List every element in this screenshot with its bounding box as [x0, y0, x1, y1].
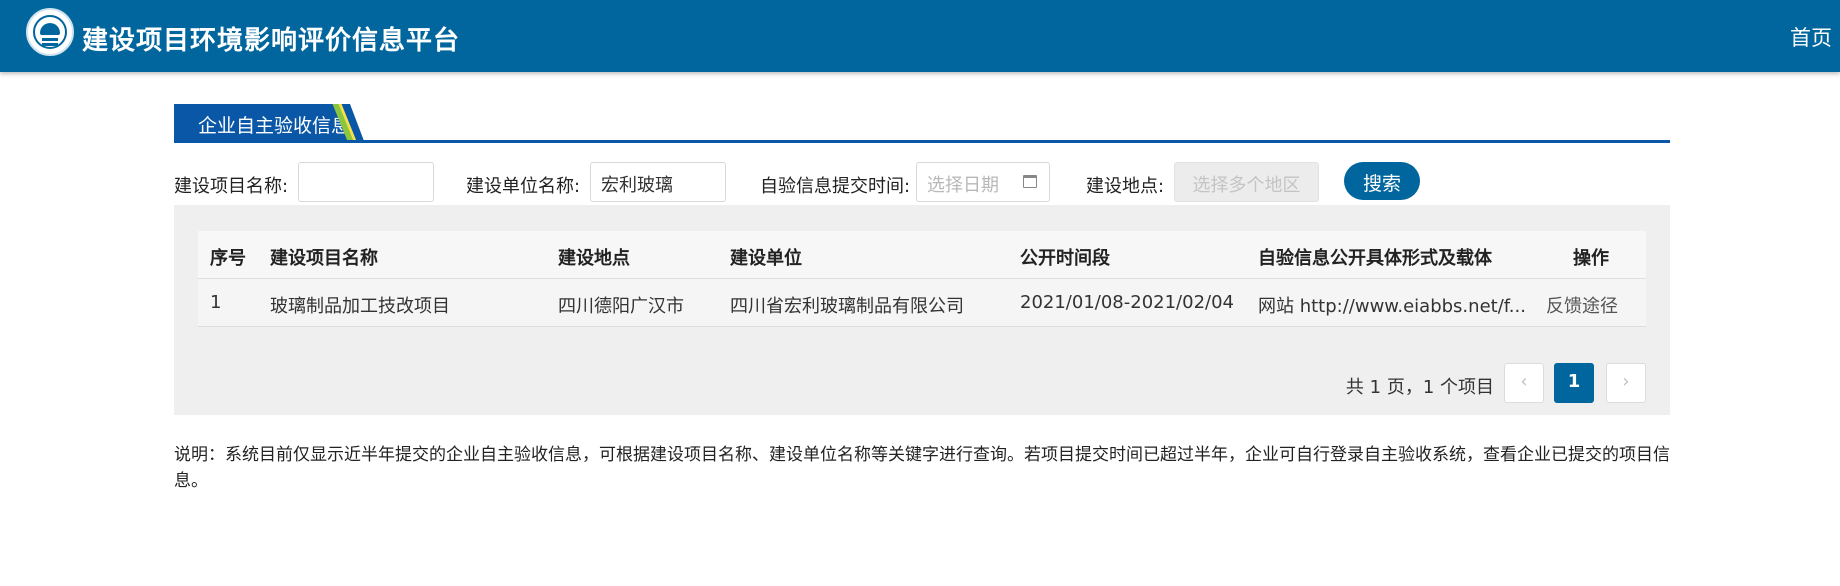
home-link[interactable]: 首页 — [1790, 22, 1832, 52]
top-header: 建设项目环境影响评价信息平台 首页 — [0, 0, 1840, 72]
pagination: 共 1 页，1 个项目 ‹ 1 › — [198, 363, 1646, 403]
location-label: 建设地点: — [1086, 176, 1165, 197]
column-header-unit: 建设单位 — [730, 248, 802, 269]
table-header-row: 序号 建设项目名称 建设地点 建设单位 公开时间段 自验信息公开具体形式及载体 … — [198, 231, 1646, 279]
next-page-button[interactable]: › — [1606, 363, 1646, 403]
project-name-input[interactable] — [298, 162, 434, 202]
tab-underline — [174, 140, 1670, 143]
row-disclosure-link[interactable]: 网站 http://www.eiabbs.net/f... — [1258, 292, 1530, 318]
results-table: 序号 建设项目名称 建设地点 建设单位 公开时间段 自验信息公开具体形式及载体 … — [198, 231, 1646, 403]
row-project-name: 玻璃制品加工技改项目 — [270, 296, 450, 317]
search-filters: 建设项目名称: 建设单位名称: 宏利玻璃 自验信息提交时间: 选择日期 建设地点… — [174, 162, 1670, 202]
prev-page-button[interactable]: ‹ — [1504, 363, 1544, 403]
feedback-link[interactable]: 反馈途径 — [1546, 292, 1618, 318]
column-header-project-name: 建设项目名称 — [270, 248, 378, 269]
site-title: 建设项目环境影响评价信息平台 — [82, 26, 461, 56]
submit-time-label: 自验信息提交时间: — [760, 176, 911, 197]
submit-date-picker[interactable]: 选择日期 — [916, 162, 1050, 202]
row-location: 四川德阳广汉市 — [558, 296, 684, 317]
unit-name-label: 建设单位名称: — [466, 176, 581, 197]
row-period: 2021/01/08-2021/02/04 — [1020, 292, 1234, 313]
submit-date-placeholder: 选择日期 — [927, 175, 999, 196]
row-unit: 四川省宏利玻璃制品有限公司 — [730, 296, 964, 317]
explanation-note: 说明：系统目前仅显示近半年提交的企业自主验收信息，可根据建设项目名称、建设单位名… — [174, 445, 1670, 491]
search-button[interactable]: 搜索 — [1344, 162, 1420, 200]
results-panel: 序号 建设项目名称 建设地点 建设单位 公开时间段 自验信息公开具体形式及载体 … — [174, 205, 1670, 415]
project-name-label: 建设项目名称: — [174, 176, 289, 197]
page-1-button[interactable]: 1 — [1554, 363, 1594, 403]
column-header-action: 操作 — [1573, 248, 1609, 269]
location-multi-select[interactable]: 选择多个地区 — [1174, 162, 1319, 202]
ministry-emblem-icon — [26, 8, 74, 56]
table-row: 1 玻璃制品加工技改项目 四川德阳广汉市 四川省宏利玻璃制品有限公司 2021/… — [198, 279, 1646, 327]
column-header-index: 序号 — [210, 248, 246, 269]
column-header-location: 建设地点 — [558, 248, 630, 269]
calendar-icon — [1023, 175, 1037, 188]
pagination-summary: 共 1 页，1 个项目 — [1345, 377, 1494, 398]
unit-name-input[interactable]: 宏利玻璃 — [590, 162, 726, 202]
column-header-period: 公开时间段 — [1020, 248, 1110, 269]
column-header-disclosure: 自验信息公开具体形式及载体 — [1258, 248, 1492, 269]
row-index: 1 — [210, 292, 222, 313]
section-tab-bar: 企业自主验收信息 — [174, 104, 1670, 144]
